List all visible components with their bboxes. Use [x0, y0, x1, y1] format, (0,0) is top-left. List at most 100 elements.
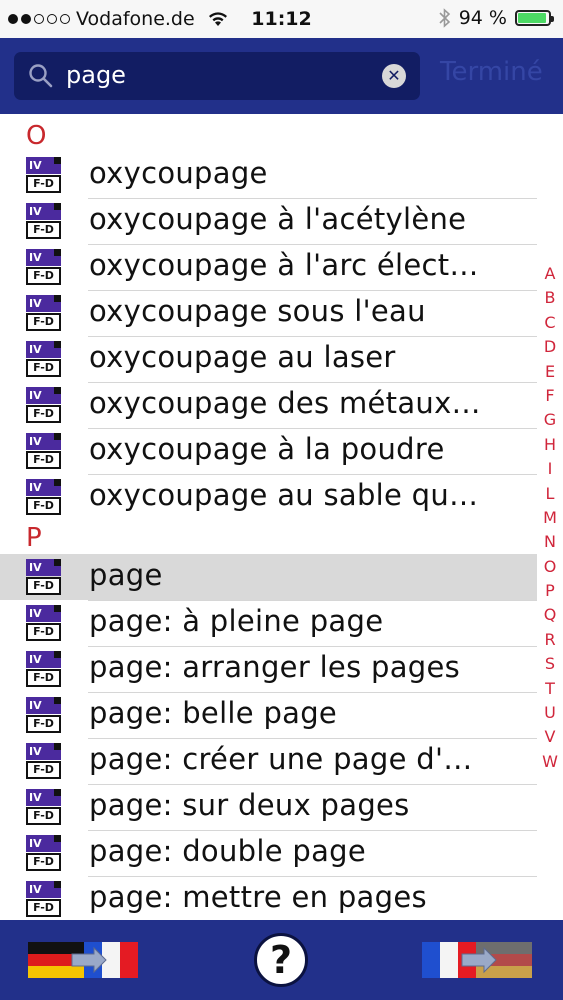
list-item-label: page: créer une page d'…	[89, 742, 473, 776]
search-icon	[29, 64, 53, 88]
index-letter[interactable]: E	[537, 360, 563, 384]
row-divider	[88, 692, 537, 693]
list-item-label: page: à pleine page	[89, 604, 384, 638]
list-item[interactable]: IV F-D oxycoupage à la poudre	[0, 428, 537, 474]
dictionary-fr-de-icon: IV F-D	[26, 249, 61, 285]
clear-search-icon[interactable]: ✕	[382, 64, 406, 88]
list-item[interactable]: IV F-D oxycoupage sous l'eau	[0, 290, 537, 336]
dictionary-icon-volume: IV	[26, 295, 61, 312]
alphabet-index[interactable]: ABCDEFGHILMNOPQRSTUVW	[537, 262, 563, 774]
index-letter[interactable]: S	[537, 652, 563, 676]
bottom-toolbar: ?	[0, 920, 563, 1000]
list-item[interactable]: IV F-D page	[0, 554, 537, 600]
dictionary-fr-de-icon: IV F-D	[26, 835, 61, 871]
dictionary-icon-volume: IV	[26, 433, 61, 450]
dictionary-icon-volume: IV	[26, 479, 61, 496]
dictionary-icon-direction: F-D	[26, 451, 61, 469]
dictionary-icon-direction: F-D	[26, 899, 61, 917]
index-letter[interactable]: G	[537, 408, 563, 432]
list-item-label: page: double page	[89, 834, 367, 868]
list-item[interactable]: IV F-D page: mettre en pages	[0, 876, 537, 920]
row-divider	[88, 830, 537, 831]
index-letter[interactable]: A	[537, 262, 563, 286]
list-item-label: oxycoupage sous l'eau	[89, 294, 426, 328]
results-list[interactable]: O IV F-D oxycoupage IV F-D oxycoupage à l'acét…	[0, 114, 563, 920]
row-divider	[88, 428, 537, 429]
index-letter[interactable]: V	[537, 725, 563, 749]
row-divider	[88, 876, 537, 877]
list-item[interactable]: IV F-D page: à pleine page	[0, 600, 537, 646]
dictionary-icon-direction: F-D	[26, 221, 61, 239]
dictionary-fr-de-icon: IV F-D	[26, 651, 61, 687]
dictionary-icon-volume: IV	[26, 157, 61, 174]
list-item[interactable]: IV F-D page: sur deux pages	[0, 784, 537, 830]
dictionary-icon-volume: IV	[26, 789, 61, 806]
index-letter[interactable]: H	[537, 433, 563, 457]
index-letter[interactable]: N	[537, 530, 563, 554]
dictionary-icon-direction: F-D	[26, 313, 61, 331]
list-item-label: oxycoupage des métaux…	[89, 386, 481, 420]
index-letter[interactable]: T	[537, 677, 563, 701]
list-item[interactable]: IV F-D oxycoupage à l'arc élect…	[0, 244, 537, 290]
dictionary-icon-volume: IV	[26, 387, 61, 404]
search-input[interactable]: page ✕	[14, 52, 420, 100]
bluetooth-icon	[439, 8, 450, 28]
list-item-label: page: belle page	[89, 696, 338, 730]
dictionary-fr-de-icon: IV F-D	[26, 433, 61, 469]
dictionary-icon-direction: F-D	[26, 405, 61, 423]
dictionary-fr-de-icon: IV F-D	[26, 157, 61, 193]
section-header: P	[26, 523, 42, 553]
row-divider	[88, 600, 537, 601]
list-item[interactable]: IV F-D oxycoupage	[0, 152, 537, 198]
index-letter[interactable]: D	[537, 335, 563, 359]
index-letter[interactable]: W	[537, 750, 563, 774]
list-item-label: oxycoupage au laser	[89, 340, 396, 374]
list-item-label: oxycoupage	[89, 156, 268, 190]
index-letter[interactable]: B	[537, 286, 563, 310]
index-letter[interactable]: M	[537, 506, 563, 530]
index-letter[interactable]: O	[537, 555, 563, 579]
dictionary-icon-volume: IV	[26, 697, 61, 714]
dictionary-icon-volume: IV	[26, 559, 61, 576]
list-item[interactable]: IV F-D page: double page	[0, 830, 537, 876]
dictionary-icon-direction: F-D	[26, 175, 61, 193]
dictionary-icon-volume: IV	[26, 743, 61, 760]
index-letter[interactable]: L	[537, 482, 563, 506]
dictionary-fr-de-icon: IV F-D	[26, 881, 61, 917]
row-divider	[88, 198, 537, 199]
dictionary-icon-volume: IV	[26, 881, 61, 898]
dictionary-icon-direction: F-D	[26, 715, 61, 733]
list-item[interactable]: IV F-D oxycoupage à l'acétylène	[0, 198, 537, 244]
list-item-label: page: arranger les pages	[89, 650, 461, 684]
list-item[interactable]: IV F-D page: créer une page d'…	[0, 738, 537, 784]
index-letter[interactable]: R	[537, 628, 563, 652]
list-item[interactable]: IV F-D oxycoupage des métaux…	[0, 382, 537, 428]
index-letter[interactable]: Q	[537, 603, 563, 627]
dictionary-icon-volume: IV	[26, 341, 61, 358]
dictionary-fr-de-icon: IV F-D	[26, 789, 61, 825]
index-letter[interactable]: P	[537, 579, 563, 603]
dictionary-icon-volume: IV	[26, 605, 61, 622]
status-bar: Vodafone.de 11:12 94 %	[0, 0, 563, 38]
index-letter[interactable]: I	[537, 457, 563, 481]
list-item[interactable]: IV F-D page: belle page	[0, 692, 537, 738]
index-letter[interactable]: F	[537, 384, 563, 408]
row-divider	[88, 784, 537, 785]
dictionary-icon-direction: F-D	[26, 359, 61, 377]
list-item[interactable]: IV F-D page: arranger les pages	[0, 646, 537, 692]
dictionary-icon-volume: IV	[26, 835, 61, 852]
search-query: page	[66, 61, 126, 89]
list-item[interactable]: IV F-D oxycoupage au sable qu…	[0, 474, 537, 520]
dictionary-fr-de-icon: IV F-D	[26, 387, 61, 423]
row-divider	[88, 336, 537, 337]
index-letter[interactable]: C	[537, 311, 563, 335]
row-divider	[88, 244, 537, 245]
list-item-label: oxycoupage au sable qu…	[89, 478, 479, 512]
list-item[interactable]: IV F-D oxycoupage au laser	[0, 336, 537, 382]
help-button[interactable]: ?	[254, 933, 308, 987]
index-letter[interactable]: U	[537, 701, 563, 725]
german-to-french-icon[interactable]	[28, 940, 140, 980]
cancel-button[interactable]: Terminé	[440, 57, 543, 87]
french-to-german-icon[interactable]	[422, 940, 534, 980]
dictionary-icon-direction: F-D	[26, 267, 61, 285]
